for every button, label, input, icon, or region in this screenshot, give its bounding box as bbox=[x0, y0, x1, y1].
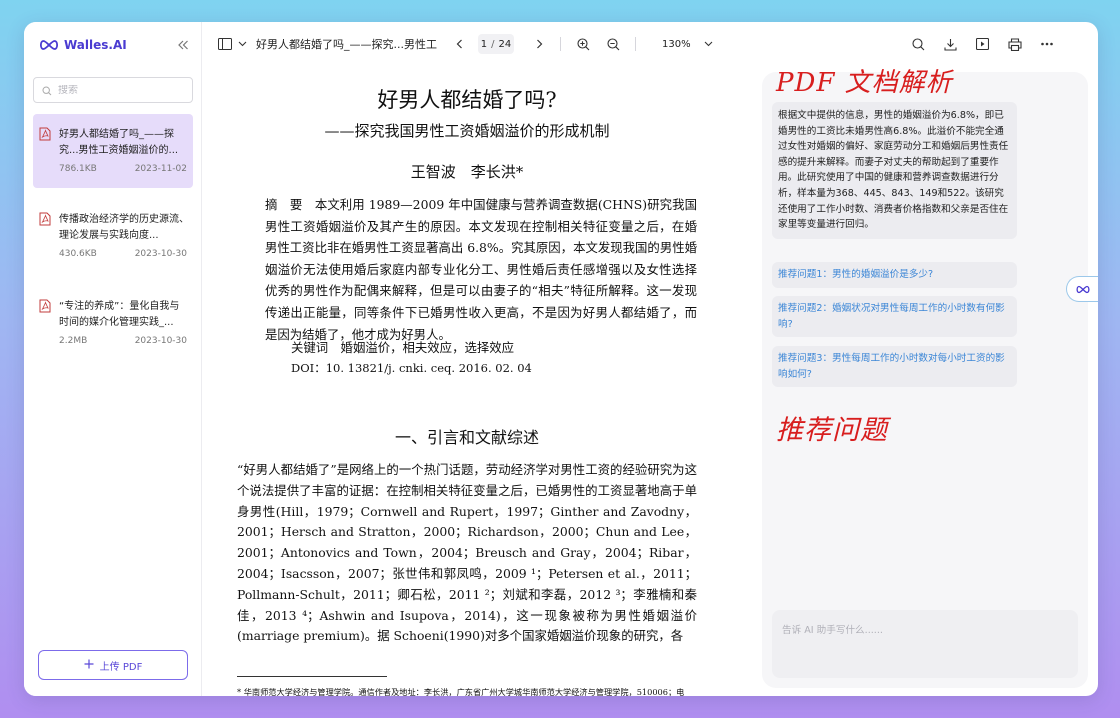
footnote-rule bbox=[237, 676, 387, 677]
plus-icon bbox=[84, 659, 94, 672]
zoom-dropdown-chevron-icon[interactable] bbox=[703, 33, 715, 55]
toolbar: 好男人都结婚了吗_——探究...男性工 1 / 24 130% bbox=[203, 22, 1098, 66]
zoom-in-icon bbox=[576, 37, 589, 50]
chevron-down-icon[interactable] bbox=[236, 33, 248, 55]
paper-authors: 王智波 李长洪* bbox=[410, 163, 524, 181]
document-title: 好男人都结婚了吗_——探究...男性工 bbox=[256, 38, 437, 51]
suggested-question[interactable]: 推荐问题2：婚姻状况对男性每周工作的小时数有何影响? bbox=[772, 296, 1017, 338]
paper-doi: DOI：10. 13821/j. cnki. ceq. 2016. 02. 04 bbox=[291, 361, 532, 375]
search-box[interactable] bbox=[33, 77, 193, 103]
annotation-heading: PDF 文档解析 bbox=[776, 68, 953, 98]
upload-pdf-button[interactable]: 上传 PDF bbox=[38, 650, 188, 680]
page-separator: / bbox=[491, 38, 495, 50]
pdf-file-icon bbox=[39, 126, 51, 145]
section-heading: 一、引言和文献综述 bbox=[394, 428, 539, 447]
infinity-icon bbox=[1075, 285, 1090, 293]
printer-icon bbox=[1008, 37, 1022, 51]
download-button[interactable] bbox=[943, 33, 959, 55]
toolbar-divider bbox=[560, 37, 561, 51]
download-icon bbox=[944, 38, 957, 51]
paper-body: “好男人都结婚了”是网络上的一个热门话题，劳动经济学对男性工资的经验研究为这个说… bbox=[237, 462, 697, 644]
brand-name: Walles.AI bbox=[64, 38, 127, 52]
app-window: Walles.AI 好男人都结婚了吗_——探究...男性工资婚姻溢价的... 7… bbox=[24, 22, 1098, 696]
pdf-file-icon bbox=[39, 298, 51, 317]
present-button[interactable] bbox=[975, 33, 991, 55]
collapse-sidebar-button[interactable] bbox=[172, 34, 194, 56]
file-size: 430.6KB bbox=[59, 249, 97, 259]
zoom-in-button[interactable] bbox=[575, 33, 591, 55]
ai-answer: 根据文中提供的信息，男性的婚姻溢价为6.8%，即已婚男性的工资比未婚男性高6.8… bbox=[772, 102, 1017, 239]
paper-keywords: 关键词 婚姻溢价，相夫效应，选择效应 bbox=[291, 340, 515, 355]
next-page-button[interactable] bbox=[532, 33, 546, 55]
search-doc-button[interactable] bbox=[911, 33, 927, 55]
search-input[interactable] bbox=[58, 84, 183, 96]
chevron-left-icon bbox=[456, 39, 462, 49]
annotation-subheading: 推荐问题 bbox=[776, 415, 888, 446]
zoom-level[interactable]: 130% bbox=[662, 39, 691, 50]
search-icon bbox=[42, 81, 52, 100]
sidebar-layout-icon[interactable] bbox=[217, 33, 233, 55]
file-title: 传播政治经济学的历史源流、理论发展与实践向度... bbox=[59, 214, 189, 241]
file-date: 2023-11-02 bbox=[134, 164, 187, 174]
zoom-out-icon bbox=[606, 37, 619, 50]
double-chevron-left-icon bbox=[178, 40, 188, 50]
sidebar: Walles.AI 好男人都结婚了吗_——探究...男性工资婚姻溢价的... 7… bbox=[24, 22, 202, 696]
paper-abstract: 摘 要 本文利用 1989—2009 年中国健康与营养调查数据(CHNS)研究我… bbox=[265, 197, 697, 342]
paper-title: 好男人都结婚了吗? bbox=[377, 88, 557, 112]
print-button[interactable] bbox=[1007, 33, 1023, 55]
search-icon bbox=[912, 37, 925, 50]
page-current: 1 bbox=[480, 38, 488, 50]
file-item[interactable]: “专注的养成”：量化自我与时间的媒介化管理实践_... 2.2MB 2023-1… bbox=[33, 286, 193, 360]
chat-input[interactable] bbox=[772, 610, 1078, 678]
paper-footnote: * 华南师范大学经济与管理学院。通信作者及地址：李长洪，广东省广州大学城华南师范… bbox=[237, 687, 685, 696]
file-size: 786.1KB bbox=[59, 164, 97, 174]
paper-subtitle: ——探究我国男性工资婚姻溢价的形成机制 bbox=[324, 122, 610, 140]
chat-input-box[interactable] bbox=[772, 610, 1078, 678]
page-input[interactable]: 1 / 24 bbox=[478, 34, 514, 54]
pdf-viewer[interactable]: 好男人都结婚了吗? ——探究我国男性工资婚姻溢价的形成机制 王智波 李长洪* 摘… bbox=[203, 66, 755, 696]
file-title: “专注的养成”：量化自我与时间的媒介化管理实践_... bbox=[59, 301, 180, 328]
more-button[interactable] bbox=[1039, 33, 1055, 55]
file-item[interactable]: 传播政治经济学的历史源流、理论发展与实践向度... 430.6KB 2023-1… bbox=[33, 199, 193, 273]
ai-assistant-panel: PDF 文档解析 根据文中提供的信息，男性的婚姻溢价为6.8%，即已婚男性的工资… bbox=[762, 68, 1088, 688]
chevron-right-icon bbox=[536, 39, 542, 49]
file-title: 好男人都结婚了吗_——探究...男性工资婚姻溢价的... bbox=[59, 129, 179, 156]
brand: Walles.AI bbox=[38, 36, 127, 54]
more-dots-icon bbox=[1040, 42, 1053, 46]
file-item[interactable]: 好男人都结婚了吗_——探究...男性工资婚姻溢价的... 786.1KB 202… bbox=[33, 114, 193, 188]
play-screen-icon bbox=[976, 38, 990, 50]
file-date: 2023-10-30 bbox=[134, 249, 187, 259]
infinity-icon bbox=[38, 39, 60, 51]
prev-page-button[interactable] bbox=[452, 33, 466, 55]
file-date: 2023-10-30 bbox=[134, 336, 187, 346]
toolbar-divider bbox=[635, 37, 636, 51]
zoom-out-button[interactable] bbox=[605, 33, 621, 55]
file-size: 2.2MB bbox=[59, 336, 88, 346]
page-total: 24 bbox=[498, 38, 512, 50]
suggested-question[interactable]: 推荐问题1：男性的婚姻溢价是多少? bbox=[772, 262, 1017, 288]
pdf-file-icon bbox=[39, 211, 51, 230]
upload-label: 上传 PDF bbox=[99, 661, 143, 673]
assistant-toggle-button[interactable] bbox=[1066, 276, 1098, 302]
suggested-question[interactable]: 推荐问题3：男性每周工作的小时数对每小时工资的影响如何? bbox=[772, 346, 1017, 388]
